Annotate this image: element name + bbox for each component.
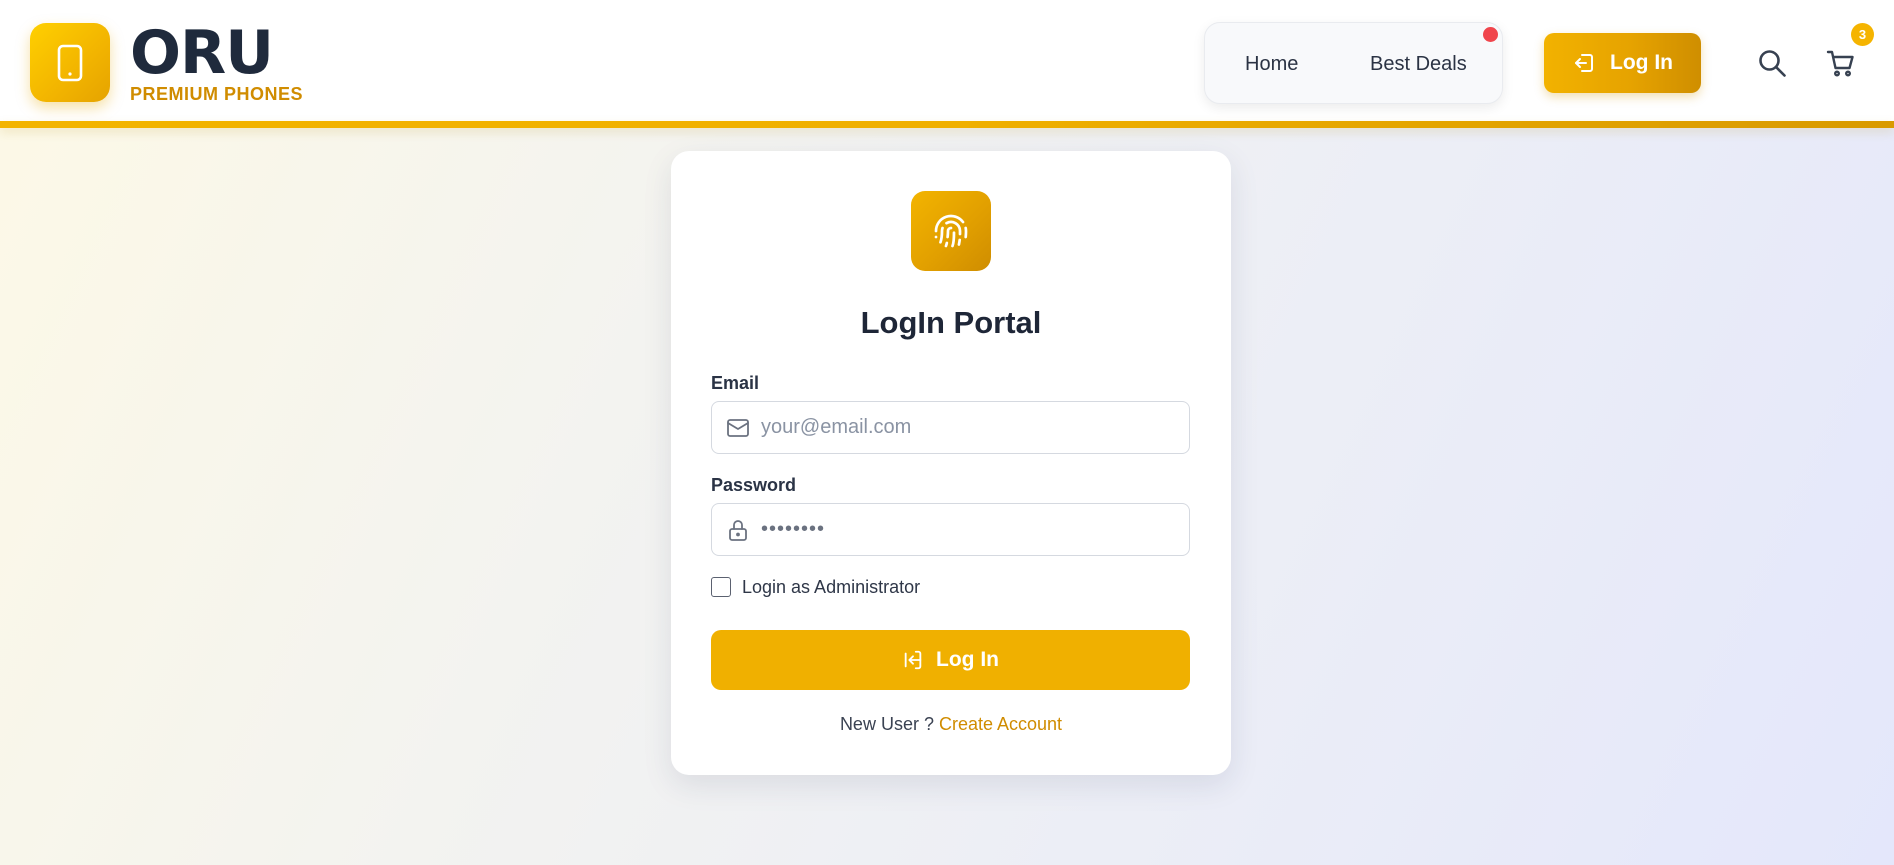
- signup-prompt: New User ? Create Account: [671, 714, 1231, 735]
- cart-button[interactable]: [1826, 48, 1856, 78]
- email-field-wrapper[interactable]: [711, 401, 1190, 454]
- email-input[interactable]: [761, 402, 1181, 453]
- header-login-label: Log In: [1610, 51, 1673, 74]
- lock-icon: [729, 520, 747, 541]
- main-nav: Home Best Deals: [1204, 22, 1503, 104]
- new-user-text: New User ?: [839, 714, 934, 734]
- mail-icon: [727, 419, 749, 437]
- brand-logo[interactable]: [30, 23, 110, 102]
- nav-item-best-deals[interactable]: Best Deals: [1370, 53, 1467, 76]
- top-header: ORU PREMIUM PHONES Home Best Deals Log I…: [0, 0, 1894, 121]
- password-input[interactable]: [761, 504, 1181, 555]
- brand-name: ORU: [130, 18, 274, 88]
- search-icon: [1759, 50, 1786, 77]
- smartphone-icon: [57, 44, 83, 81]
- login-arrow-icon: [1575, 54, 1593, 72]
- login-submit-button[interactable]: Log In: [711, 630, 1190, 690]
- admin-checkbox-label[interactable]: Login as Administrator: [742, 577, 920, 598]
- create-account-link[interactable]: Create Account: [939, 714, 1062, 734]
- cart-count-badge: 3: [1851, 23, 1874, 46]
- header-login-button[interactable]: Log In: [1544, 33, 1701, 93]
- header-accent-bar: [0, 121, 1894, 128]
- brand-subtitle: PREMIUM PHONES: [130, 84, 304, 104]
- login-submit-label: Log In: [936, 648, 999, 671]
- login-badge: [911, 191, 991, 271]
- nav-item-home[interactable]: Home: [1245, 53, 1298, 76]
- fingerprint-icon: [934, 214, 968, 248]
- password-label: Password: [711, 475, 797, 495]
- admin-checkbox[interactable]: [711, 577, 731, 597]
- notification-dot: [1483, 27, 1498, 42]
- cart-icon: [1826, 50, 1854, 77]
- login-enter-icon: [904, 650, 922, 670]
- login-card: LogIn Portal Email Password Login as Adm…: [671, 151, 1231, 775]
- password-field-wrapper[interactable]: [711, 503, 1190, 556]
- login-title: LogIn Portal: [860, 305, 1042, 340]
- email-label: Email: [711, 373, 760, 393]
- search-button[interactable]: [1757, 48, 1787, 78]
